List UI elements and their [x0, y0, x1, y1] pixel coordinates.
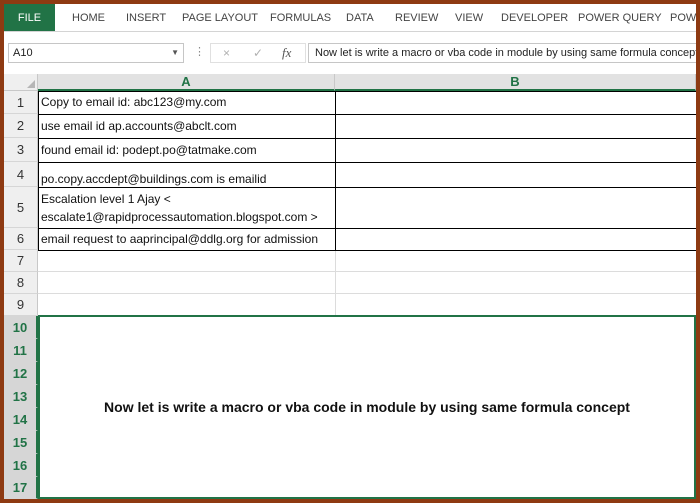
row-header[interactable]: 3	[4, 138, 38, 162]
row-header[interactable]: 9	[4, 294, 38, 316]
row-header[interactable]: 16	[4, 454, 38, 477]
more-options-icon: ⋮	[194, 46, 205, 58]
row-header[interactable]: 1	[4, 91, 38, 114]
row-header[interactable]: 15	[4, 431, 38, 454]
insert-function-icon[interactable]: fx	[282, 44, 291, 62]
worksheet-grid: A B 1 2 3 4 5 6 7 8 9 10 11 12 13 14 15 …	[4, 74, 696, 499]
tab-view[interactable]: VIEW	[455, 4, 483, 31]
gridline	[38, 271, 696, 272]
row-header[interactable]: 2	[4, 114, 38, 138]
tab-formulas[interactable]: FORMULAS	[270, 4, 331, 31]
gridline	[38, 293, 696, 294]
formula-input[interactable]: Now let is write a macro or vba code in …	[308, 43, 696, 63]
tab-power-pivot[interactable]: POWE	[670, 4, 696, 31]
row-header[interactable]: 13	[4, 385, 38, 408]
tab-page-layout[interactable]: PAGE LAYOUT	[182, 4, 258, 31]
row-header[interactable]: 11	[4, 339, 38, 362]
formula-icons: × ✓ fx	[210, 43, 306, 63]
cell-b5[interactable]	[336, 188, 696, 229]
cell-a3[interactable]: found email id: podept.po@tatmake.com	[38, 139, 336, 163]
tab-insert[interactable]: INSERT	[126, 4, 166, 31]
ribbon-tabs: FILE HOME INSERT PAGE LAYOUT FORMULAS DA…	[4, 4, 696, 32]
tab-power-query[interactable]: POWER QUERY	[578, 4, 662, 31]
row-header[interactable]: 8	[4, 272, 38, 294]
tab-data[interactable]: DATA	[346, 4, 374, 31]
cell-b4[interactable]	[336, 163, 696, 188]
cancel-icon[interactable]: ×	[223, 44, 230, 62]
enter-icon[interactable]: ✓	[253, 44, 263, 62]
row-header[interactable]: 6	[4, 228, 38, 250]
cell-a2[interactable]: use email id ap.accounts@abclt.com	[38, 115, 336, 139]
cell-a5[interactable]: Escalation level 1 Ajay < escalate1@rapi…	[38, 188, 336, 229]
column-header-b[interactable]: B	[335, 74, 696, 91]
merged-cell-text: Now let is write a macro or vba code in …	[104, 399, 630, 415]
row-header[interactable]: 5	[4, 187, 38, 228]
tab-home[interactable]: HOME	[72, 4, 105, 31]
name-box[interactable]: A10 ▼	[8, 43, 184, 63]
row-header[interactable]: 12	[4, 362, 38, 385]
cell-a4[interactable]: po.copy.accdept@buildings.com is emailid	[38, 163, 336, 188]
tab-developer[interactable]: DEVELOPER	[501, 4, 568, 31]
merged-cell-a10[interactable]: Now let is write a macro or vba code in …	[38, 315, 696, 499]
row-header[interactable]: 7	[4, 250, 38, 272]
tab-review[interactable]: REVIEW	[395, 4, 438, 31]
cell-b6[interactable]	[336, 229, 696, 251]
row-header[interactable]: 10	[4, 316, 38, 339]
tab-file[interactable]: FILE	[4, 4, 55, 31]
cell-b2[interactable]	[336, 115, 696, 139]
cell-a1[interactable]: Copy to email id: abc123@my.com	[38, 91, 336, 115]
window-frame: FILE HOME INSERT PAGE LAYOUT FORMULAS DA…	[0, 0, 700, 503]
gridline	[335, 250, 336, 316]
cell-a6[interactable]: email request to aaprincipal@ddlg.org fo…	[38, 229, 336, 251]
row-header[interactable]: 17	[4, 477, 38, 499]
row-header[interactable]: 14	[4, 408, 38, 431]
select-all-button[interactable]	[4, 74, 38, 91]
formula-bar: A10 ▼ ⋮ × ✓ fx Now let is write a macro …	[4, 32, 696, 74]
cell-b1[interactable]	[336, 91, 696, 115]
row-header[interactable]: 4	[4, 162, 38, 187]
column-header-a[interactable]: A	[38, 74, 335, 91]
name-box-value: A10	[13, 47, 33, 59]
cell-b3[interactable]	[336, 139, 696, 163]
chevron-down-icon[interactable]: ▼	[171, 44, 179, 62]
